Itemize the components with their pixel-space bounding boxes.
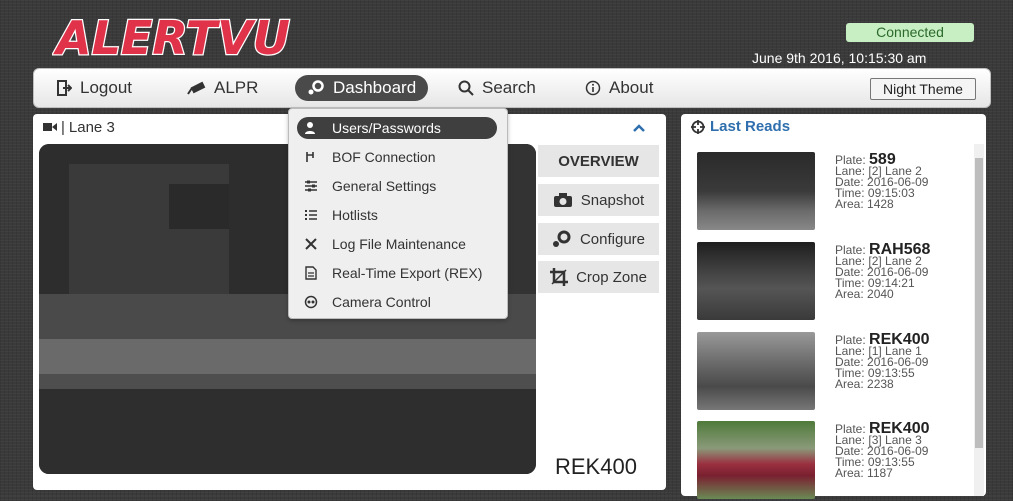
menu-item-bof-connection[interactable]: BOF Connection: [297, 146, 497, 168]
sliders-icon: [305, 180, 317, 192]
menu-item-label: Users/Passwords: [332, 120, 441, 136]
snapshot-label: Snapshot: [580, 191, 645, 209]
dashboard-dropdown-menu: Users/Passwords BOF Connection General S…: [288, 108, 508, 319]
camera-icon: [187, 81, 206, 95]
read-item[interactable]: Plate: REK400 Lane: [1] Lane 1 Date: 201…: [697, 332, 967, 412]
read-info: Plate: REK400 Lane: [3] Lane 3 Date: 201…: [835, 420, 930, 480]
connection-status-badge: Connected: [846, 23, 974, 42]
search-button[interactable]: Search: [458, 69, 536, 107]
dashboard-label: Dashboard: [333, 78, 417, 97]
menu-item-camera-control[interactable]: Camera Control: [297, 291, 497, 313]
menu-item-label: Hotlists: [332, 207, 378, 223]
read-info: Plate: REK400 Lane: [1] Lane 1 Date: 201…: [835, 331, 930, 391]
alertvu-logo: ALERTVU: [52, 10, 291, 62]
menu-item-label: Log File Maintenance: [332, 236, 466, 252]
logout-icon: [57, 80, 72, 96]
menu-item-users-passwords[interactable]: Users/Passwords: [297, 117, 497, 139]
scrollbar-thumb[interactable]: [975, 158, 983, 448]
read-item[interactable]: Plate: REK400 Lane: [3] Lane 3 Date: 201…: [697, 421, 967, 501]
read-thumbnail: [697, 421, 815, 499]
last-reads-scrollbar[interactable]: [974, 144, 984, 496]
menu-item-label: BOF Connection: [332, 149, 436, 165]
read-item[interactable]: Plate: 589 Lane: [2] Lane 2 Date: 2016-0…: [697, 152, 967, 232]
last-reads-title: Last Reads: [710, 118, 791, 135]
dashboard-button[interactable]: Dashboard: [295, 75, 429, 101]
menu-item-real-time-export[interactable]: Real-Time Export (REX): [297, 262, 497, 284]
camera-title-divider: |: [61, 118, 65, 136]
about-button[interactable]: About: [585, 69, 653, 107]
read-area: 2040: [867, 287, 894, 301]
crop-zone-button[interactable]: Crop Zone: [538, 261, 659, 293]
document-icon: [305, 266, 317, 280]
main-navbar: Logout ALPR Dashboard Search About Night…: [33, 68, 991, 108]
read-area: 2238: [867, 377, 894, 391]
last-reads-header: Last Reads: [691, 118, 790, 135]
read-area: 1428: [867, 197, 894, 211]
video-camera-icon: [43, 123, 57, 131]
night-theme-button[interactable]: Night Theme: [870, 78, 976, 100]
logout-button[interactable]: Logout: [56, 69, 132, 107]
read-thumbnail: [697, 332, 815, 410]
chevron-up-icon[interactable]: [633, 124, 645, 132]
snapshot-button[interactable]: Snapshot: [538, 184, 659, 216]
camera-control-icon: [304, 295, 318, 309]
crop-zone-label: Crop Zone: [576, 268, 647, 286]
overview-button[interactable]: OVERVIEW: [538, 145, 659, 177]
read-thumbnail: [697, 242, 815, 320]
alpr-button[interactable]: ALPR: [186, 69, 258, 107]
tools-icon: [305, 238, 317, 250]
crosshair-icon: [691, 119, 705, 134]
gears-icon: [308, 80, 324, 95]
svg-text:ALERTVU: ALERTVU: [53, 11, 290, 62]
search-icon: [458, 80, 474, 96]
about-label: About: [609, 78, 654, 97]
crop-icon: [550, 268, 569, 286]
menu-item-label: Camera Control: [332, 294, 431, 310]
configure-button[interactable]: Configure: [538, 223, 659, 255]
info-icon: [585, 80, 601, 96]
configure-label: Configure: [579, 230, 646, 248]
current-plate-read: REK400: [555, 454, 637, 479]
camera-snapshot-icon: [553, 193, 572, 207]
read-item[interactable]: Plate: RAH568 Lane: [2] Lane 2 Date: 201…: [697, 242, 967, 322]
gears-icon: [552, 230, 571, 247]
current-datetime: June 9th 2016, 10:15:30 am: [752, 50, 927, 66]
search-label: Search: [482, 78, 536, 97]
user-icon: [305, 122, 315, 134]
read-info: Plate: 589 Lane: [2] Lane 2 Date: 2016-0…: [835, 151, 929, 211]
connection-icon: [306, 152, 314, 162]
alpr-label: ALPR: [214, 78, 259, 97]
menu-item-hotlists[interactable]: Hotlists: [297, 204, 497, 226]
menu-item-log-file-maintenance[interactable]: Log File Maintenance: [297, 233, 497, 255]
read-area: 1187: [867, 466, 893, 480]
last-reads-panel: Last Reads Plate: 589 Lane: [2] Lane 2 D…: [681, 114, 986, 499]
menu-item-label: General Settings: [332, 178, 437, 194]
menu-item-general-settings[interactable]: General Settings: [297, 175, 497, 197]
list-icon: [305, 210, 317, 220]
read-thumbnail: [697, 152, 815, 230]
camera-title: Lane 3: [68, 118, 115, 136]
menu-item-label: Real-Time Export (REX): [332, 265, 483, 281]
read-info: Plate: RAH568 Lane: [2] Lane 2 Date: 201…: [835, 241, 931, 301]
logout-label: Logout: [80, 78, 132, 97]
